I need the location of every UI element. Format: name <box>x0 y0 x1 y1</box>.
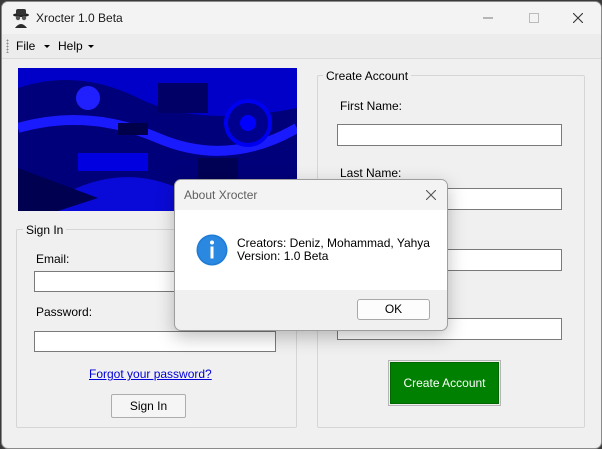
last-name-label: Last Name: <box>340 166 402 180</box>
password-field[interactable] <box>34 331 276 352</box>
sign-in-group-title: Sign In <box>23 223 67 237</box>
email-label: Email: <box>36 252 70 266</box>
dialog-body: Creators: Deniz, Mohammad, Yahya Version… <box>175 210 447 290</box>
close-icon[interactable] <box>426 190 436 200</box>
password-label: Password: <box>36 305 93 319</box>
maximize-icon <box>529 13 539 23</box>
ok-button[interactable]: OK <box>357 299 430 320</box>
create-account-group-title: Create Account <box>323 69 412 83</box>
minimize-icon <box>483 17 493 19</box>
first-name-field[interactable] <box>337 124 562 146</box>
first-name-label: First Name: <box>340 99 403 113</box>
menu-file[interactable]: File <box>16 39 35 53</box>
close-button[interactable] <box>555 2 601 34</box>
minimize-button[interactable] <box>465 2 511 34</box>
menu-help[interactable]: Help <box>58 39 83 53</box>
sign-in-button[interactable]: Sign In <box>111 394 186 418</box>
spy-hat-icon <box>13 9 29 28</box>
maximize-button[interactable] <box>511 2 557 34</box>
forgot-password-link[interactable]: Forgot your password? <box>89 367 212 381</box>
create-account-button[interactable]: Create Account <box>388 360 501 406</box>
dialog-version-text: Version: 1.0 Beta <box>237 249 329 263</box>
dialog-title-bar[interactable]: About Xrocter <box>175 180 447 210</box>
info-icon <box>196 234 228 266</box>
menu-grip[interactable] <box>6 39 9 53</box>
dialog-title: About Xrocter <box>184 188 258 202</box>
close-icon <box>573 13 583 23</box>
title-bar[interactable]: Xrocter 1.0 Beta <box>2 2 601 34</box>
window-title: Xrocter 1.0 Beta <box>36 11 123 25</box>
chevron-down-icon <box>44 45 50 48</box>
dialog-creators-text: Creators: Deniz, Mohammad, Yahya <box>237 236 430 250</box>
chevron-down-icon <box>88 45 94 48</box>
about-dialog: About Xrocter Creators: Deniz, Mohammad,… <box>174 179 448 331</box>
menu-bar: File Help <box>2 34 601 59</box>
